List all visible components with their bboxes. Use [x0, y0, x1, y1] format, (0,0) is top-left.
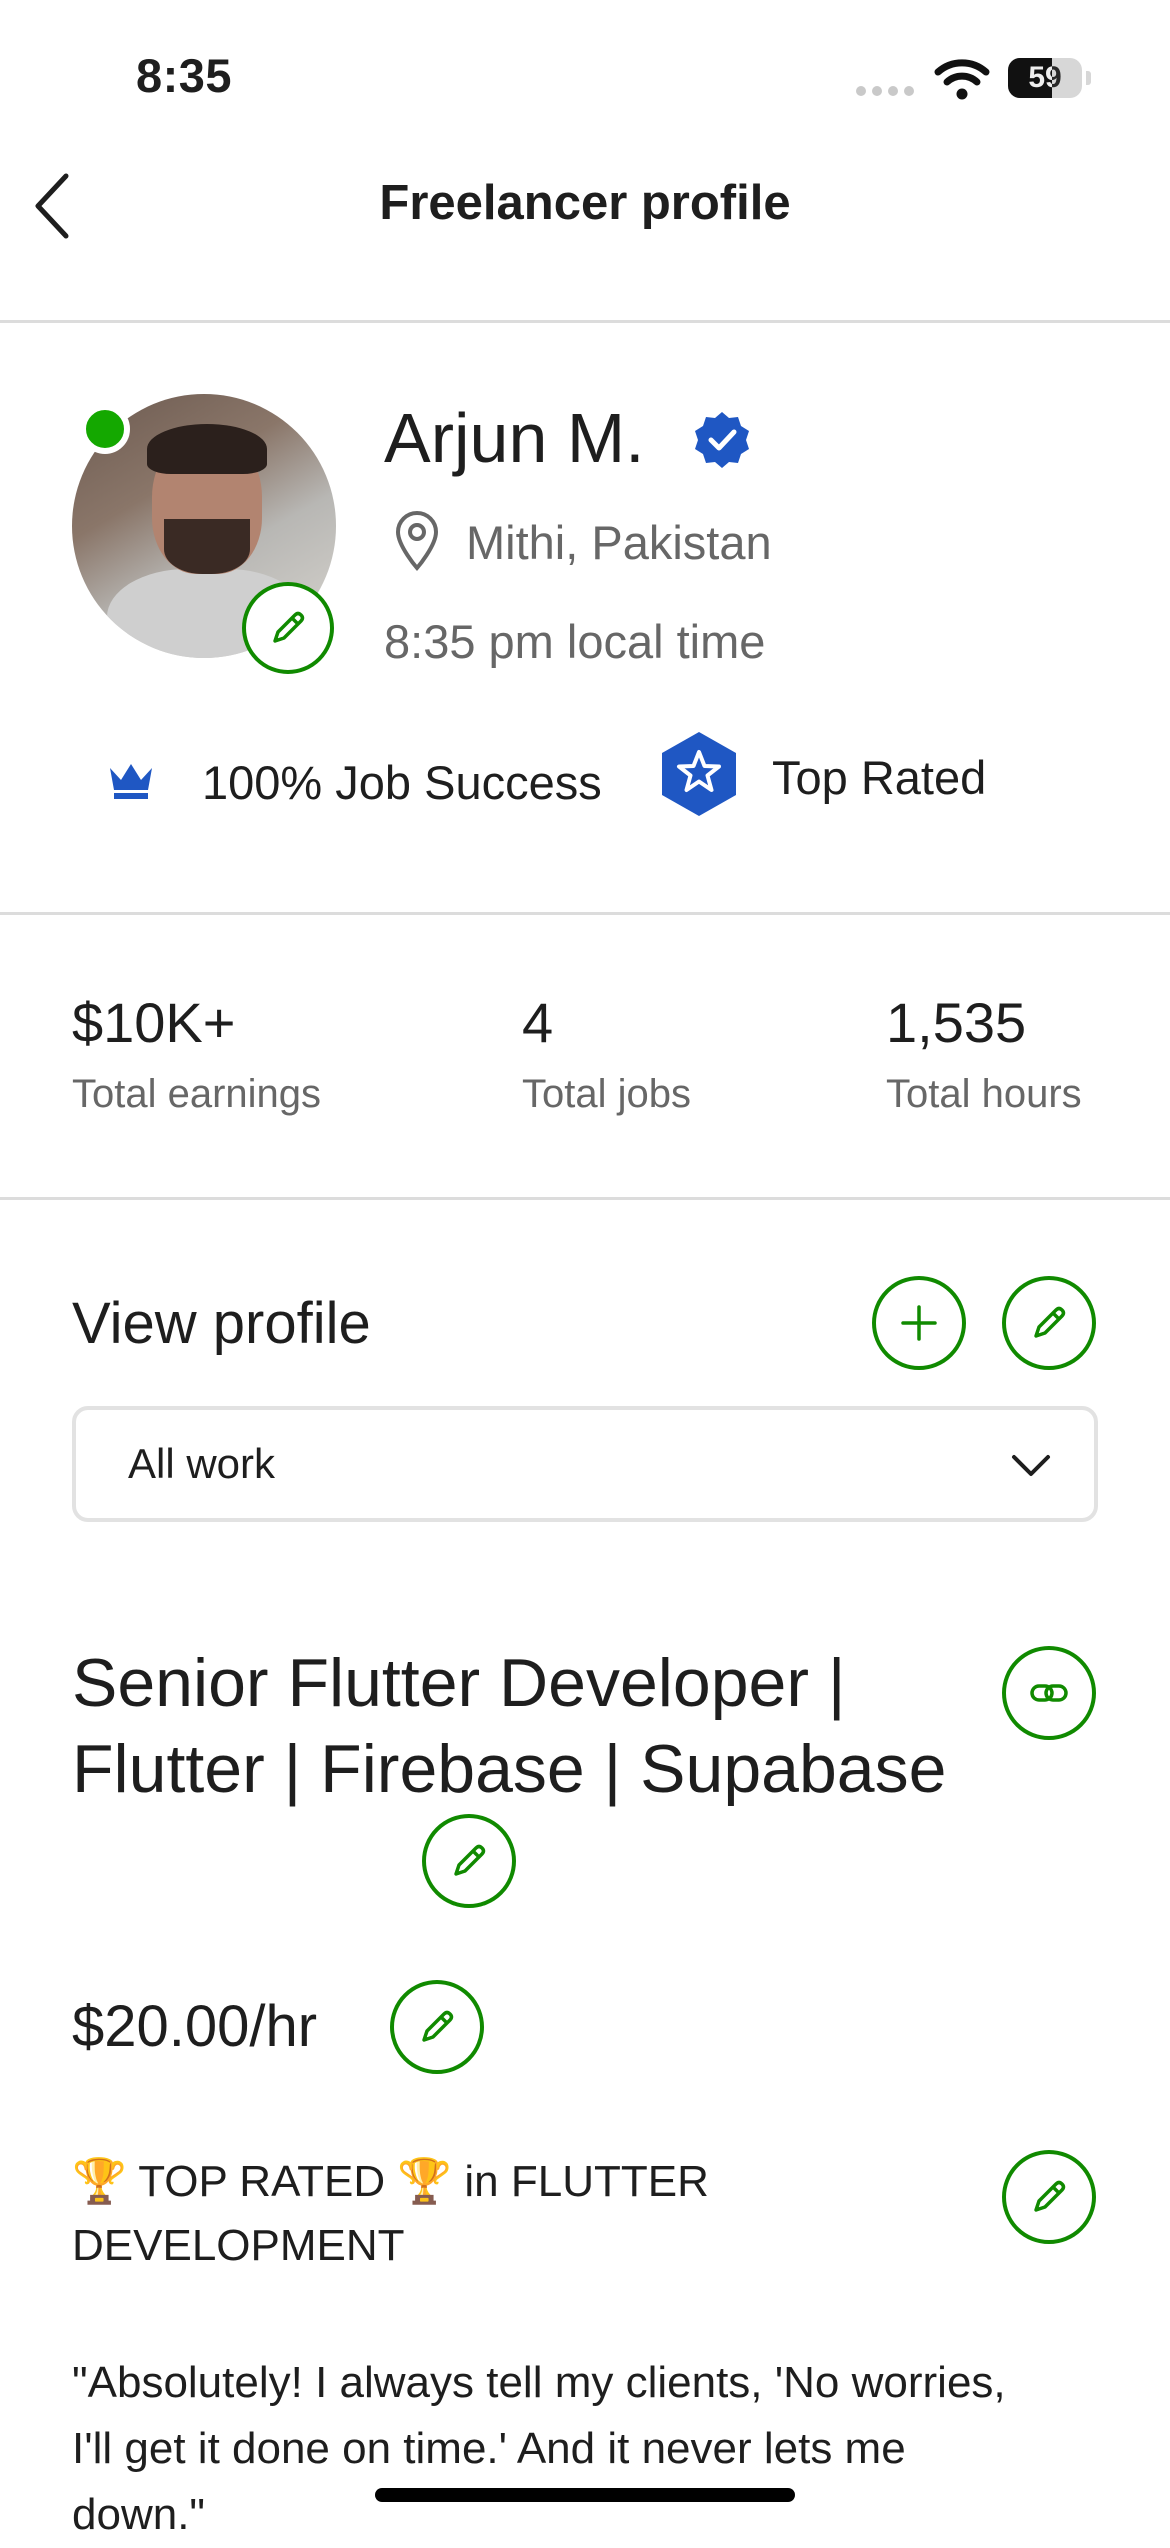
pencil-icon [422, 2010, 454, 2042]
add-profile-button[interactable] [872, 1276, 966, 1370]
hourly-rate: $20.00/hr [72, 1994, 318, 2059]
page-title: Freelancer profile [379, 176, 791, 230]
work-filter-dropdown[interactable]: All work [72, 1406, 1098, 1522]
cellular-signal-icon [856, 86, 916, 96]
job-success-score: 100% Job Success [202, 756, 602, 809]
profile-headline: 🏆 TOP RATED 🏆 in FLUTTER DEVELOPMENT [72, 2157, 709, 2270]
edit-photo-button[interactable] [242, 582, 334, 674]
pencil-icon [1034, 2180, 1066, 2212]
online-status-indicator [80, 404, 130, 454]
header-divider [0, 320, 1170, 323]
crown-icon [110, 764, 152, 799]
edit-overview-button[interactable] [1002, 2150, 1096, 2244]
battery-icon: 59 [1008, 58, 1092, 98]
profile-overview-text: "Absolutely! I always tell my clients, '… [72, 2358, 1006, 2539]
edit-title-button[interactable] [422, 1814, 516, 1908]
total-hours-value: 1,535 [886, 991, 1027, 1054]
total-hours-label: Total hours [886, 1072, 1082, 1116]
share-link-button[interactable] [1002, 1646, 1096, 1740]
pencil-icon [454, 1844, 486, 1876]
dropdown-selected-value: All work [128, 1440, 276, 1487]
wifi-icon [934, 59, 990, 100]
home-indicator [375, 2488, 795, 2502]
top-rated-badge-icon [662, 732, 736, 816]
freelancer-local-time: 8:35 pm local time [384, 615, 766, 668]
total-earnings-value: $10K+ [72, 991, 236, 1054]
edit-rate-button[interactable] [390, 1980, 484, 2074]
pencil-icon [1034, 1306, 1066, 1338]
total-earnings-label: Total earnings [72, 1072, 322, 1116]
plus-icon [901, 1305, 937, 1341]
top-rated-label: Top Rated [772, 751, 987, 804]
chevron-down-icon [1012, 1455, 1050, 1476]
verified-badge-icon [695, 412, 749, 468]
profile-divider [0, 912, 1170, 915]
freelancer-location: Mithi, Pakistan [466, 516, 772, 569]
battery-percentage: 59 [1028, 61, 1062, 94]
pencil-icon [273, 611, 305, 643]
status-bar-time: 8:35 [136, 49, 233, 102]
link-icon [1030, 1684, 1068, 1702]
freelancer-name: Arjun M. [384, 399, 645, 477]
job-title-text: Senior Flutter Developer | Flutter | Fir… [72, 1645, 947, 1807]
view-profile-title: View profile [72, 1291, 371, 1356]
location-pin-icon [395, 511, 439, 572]
total-jobs-value: 4 [522, 991, 554, 1054]
stats-divider [0, 1197, 1170, 1200]
job-title: Senior Flutter Developer | Flutter | Fir… [72, 1640, 972, 1812]
total-jobs-label: Total jobs [522, 1072, 691, 1116]
edit-profile-button[interactable] [1002, 1276, 1096, 1370]
